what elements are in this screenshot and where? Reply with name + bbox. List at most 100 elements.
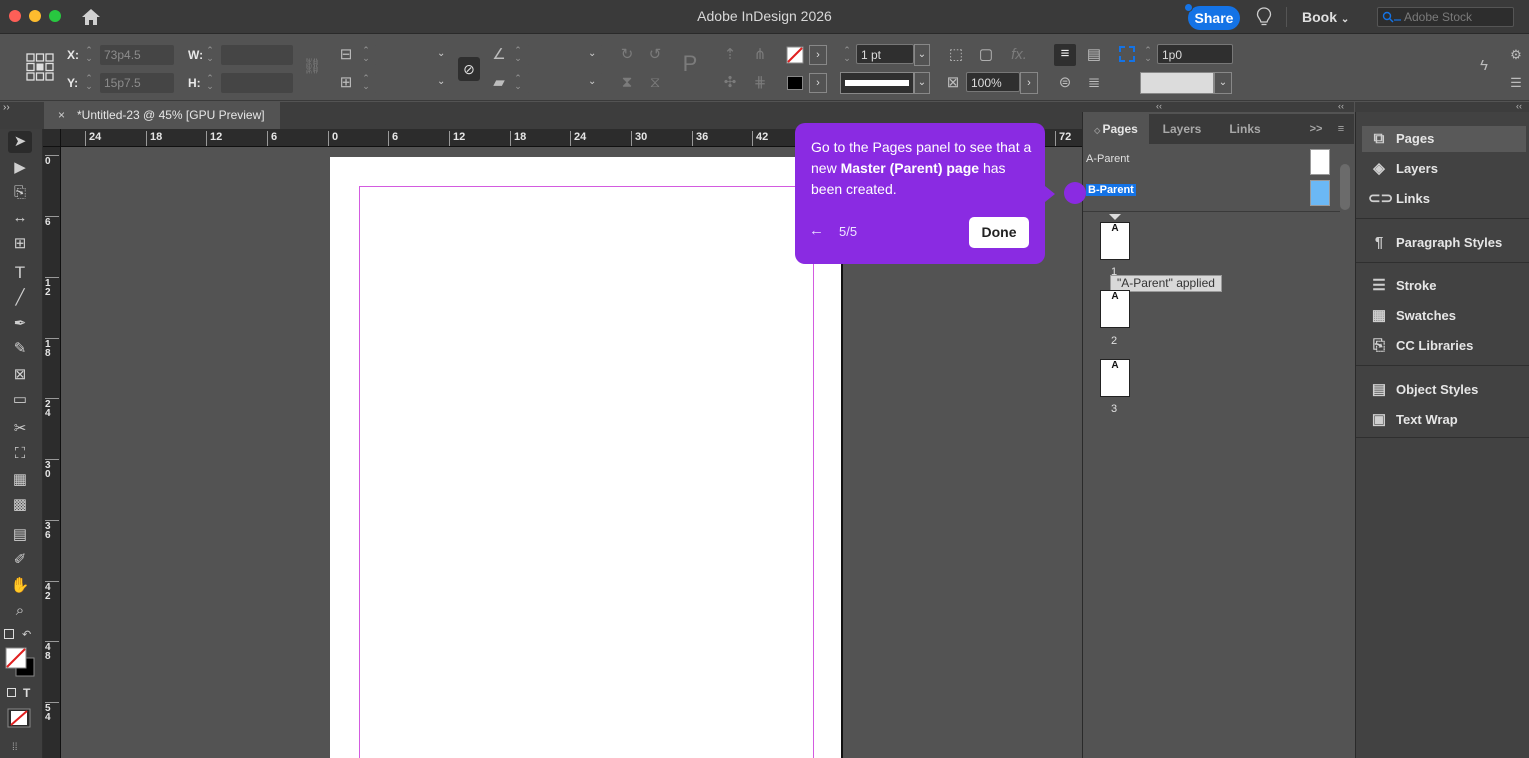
chevron-down-icon[interactable]: ⌄ (437, 48, 445, 59)
direct-selection-tool-icon[interactable]: ▶ (8, 157, 32, 179)
coach-hotspot[interactable] (1064, 182, 1086, 204)
collapse-left-icon[interactable]: ‹‹ (1156, 101, 1162, 111)
parent-item-a[interactable]: A-Parent (1086, 153, 1129, 165)
reference-point-icon[interactable] (26, 53, 54, 81)
rotation-stepper[interactable]: ⌃ ⌄ (513, 46, 523, 64)
dock-item-swatches[interactable]: ▦ Swatches (1362, 303, 1526, 329)
stroke-type-select[interactable] (840, 72, 914, 94)
gear-icon[interactable]: ⚙ (1508, 45, 1524, 65)
stroke-weight-field[interactable]: 1 pt (856, 44, 914, 64)
default-fill-stroke-icon[interactable] (4, 629, 14, 639)
dock-item-links[interactable]: ⊂⊃ Links (1362, 186, 1526, 212)
dock-item-stroke[interactable]: ☰ Stroke (1362, 273, 1526, 299)
constrain-proportions-icon[interactable]: ⛓ (302, 57, 322, 77)
pen-tool-icon[interactable]: ✒ (8, 313, 32, 335)
collapse-dock-icon[interactable]: ‹‹ (1516, 101, 1522, 111)
dock-item-object-styles[interactable]: ▤ Object Styles (1362, 377, 1526, 403)
gradient-swatch-tool-icon[interactable]: ▦ (8, 469, 32, 491)
chevron-down-icon[interactable]: ⌄ (914, 72, 930, 94)
shear-stepper[interactable]: ⌃ ⌄ (513, 74, 523, 92)
rotate-ccw-icon[interactable]: ↺ (645, 45, 665, 65)
h-stepper[interactable]: ⌃ ⌄ (205, 74, 215, 92)
hand-tool-icon[interactable]: ✋ (8, 575, 32, 597)
pages-panel-scrollbar[interactable] (1340, 164, 1350, 210)
close-tab-icon[interactable]: × (58, 108, 65, 122)
formatting-container-icon[interactable] (7, 688, 16, 697)
tab-pages[interactable]: ◇ Pages (1083, 114, 1149, 144)
back-arrow-icon[interactable]: ← (809, 222, 824, 239)
stroke-weight-stepper[interactable]: ⌃ ⌄ (842, 46, 852, 64)
type-tool-icon[interactable]: T (8, 262, 32, 284)
gap-tool-icon[interactable]: ↔ (8, 207, 32, 229)
effects-icon[interactable]: fx. (1008, 45, 1030, 65)
dock-collapse-bar[interactable] (1355, 102, 1529, 112)
document-tab[interactable]: × *Untitled-23 @ 45% [GPU Preview] (44, 102, 280, 129)
align-left-button[interactable]: ≡ (1054, 44, 1076, 66)
rotate-cw-icon[interactable]: ↻ (617, 45, 637, 65)
menu-icon[interactable]: ☰ (1508, 73, 1524, 93)
opacity-dropdown[interactable]: › (1020, 72, 1038, 94)
eyedropper-tool-icon[interactable]: ✐ (8, 549, 32, 571)
distribute-icon[interactable]: ≣ (1083, 73, 1105, 93)
select-next-icon[interactable]: ⋕ (748, 73, 772, 93)
scissors-tool-icon[interactable]: ✂ (8, 418, 32, 440)
content-collector-icon[interactable]: ⊞ (8, 233, 32, 255)
collapse-right-icon[interactable]: ‹‹ (1338, 101, 1344, 111)
w-stepper[interactable]: ⌃ ⌄ (205, 46, 215, 64)
parent-thumbnail-b[interactable] (1310, 180, 1330, 206)
stroke-black-swatch[interactable] (787, 76, 803, 90)
select-previous-icon[interactable]: ✣ (720, 73, 740, 93)
selection-tool-icon[interactable]: ➤ (8, 131, 32, 153)
zoom-tool-icon[interactable]: ⌕ (8, 600, 32, 622)
panel-menu-icon[interactable]: ≡ (1333, 114, 1349, 144)
expand-panel-icon[interactable]: >> (1307, 114, 1325, 144)
page-thumbnail-1[interactable]: A (1100, 222, 1130, 260)
panel-collapse-bar[interactable] (1082, 102, 1354, 112)
page-thumbnail-2[interactable]: A (1100, 290, 1130, 328)
x-stepper[interactable]: ⌃ ⌄ (84, 46, 94, 64)
gradient-feather-tool-icon[interactable]: ▩ (8, 494, 32, 516)
link-scale-icon[interactable]: ⊘ (458, 57, 480, 81)
fill-stroke-swatch[interactable] (4, 646, 36, 678)
dock-item-layers[interactable]: ◈ Layers (1362, 156, 1526, 182)
columns-icon[interactable]: ▤ (1083, 45, 1105, 65)
dock-item-pages[interactable]: ⧉ Pages (1362, 126, 1526, 152)
chevron-down-icon[interactable]: ⌄ (914, 44, 930, 66)
y-position-field[interactable]: 15p7.5 (100, 73, 174, 93)
opacity-field[interactable]: 100% (966, 72, 1020, 92)
chevron-down-icon[interactable]: ⌄ (1214, 72, 1232, 94)
line-tool-icon[interactable]: ╱ (8, 287, 32, 309)
height-field[interactable] (221, 73, 293, 93)
screen-mode-icon[interactable]: ⁞⁞ (12, 742, 18, 753)
tab-links[interactable]: Links (1215, 114, 1275, 144)
parent-thumbnail-a[interactable] (1310, 149, 1330, 175)
fill-none-swatch[interactable] (786, 46, 804, 64)
fill-dropdown[interactable]: › (809, 45, 827, 65)
ruler-origin[interactable] (43, 129, 61, 147)
note-tool-icon[interactable]: ▤ (8, 524, 32, 546)
width-field[interactable] (221, 45, 293, 65)
spacing-stepper[interactable]: ⌃ ⌄ (1143, 46, 1153, 64)
select-container-icon[interactable]: ⇡ (720, 45, 740, 65)
lightbulb-icon[interactable] (1256, 7, 1272, 27)
chevron-down-icon[interactable]: ⌄ (588, 48, 596, 59)
free-transform-tool-icon[interactable]: ⛶ (8, 443, 32, 465)
parent-item-b[interactable]: B-Parent (1086, 184, 1136, 196)
done-button[interactable]: Done (969, 217, 1029, 248)
flip-vertical-icon[interactable]: ⧖ (645, 73, 665, 93)
chevron-down-icon[interactable]: ⌄ (437, 76, 445, 87)
tab-layers[interactable]: Layers (1149, 114, 1215, 144)
scale-y-stepper[interactable]: ⌃ ⌄ (361, 74, 371, 92)
share-button[interactable]: Share (1188, 6, 1240, 30)
flip-horizontal-icon[interactable]: ⧗ (617, 73, 637, 93)
pencil-tool-icon[interactable]: ✎ (8, 338, 32, 360)
gap-tool-icon[interactable] (1119, 46, 1135, 62)
y-stepper[interactable]: ⌃ ⌄ (84, 74, 94, 92)
rectangle-frame-tool-icon[interactable]: ⊠ (8, 364, 32, 386)
object-style-select[interactable] (1140, 72, 1214, 94)
quick-apply-icon[interactable]: ϟ (1474, 56, 1494, 76)
rectangle-tool-icon[interactable]: ▭ (8, 389, 32, 411)
align-center-icon[interactable]: ⊜ (1054, 73, 1076, 93)
page-thumbnail-3[interactable]: A (1100, 359, 1130, 397)
stroke-dropdown[interactable]: › (809, 73, 827, 93)
